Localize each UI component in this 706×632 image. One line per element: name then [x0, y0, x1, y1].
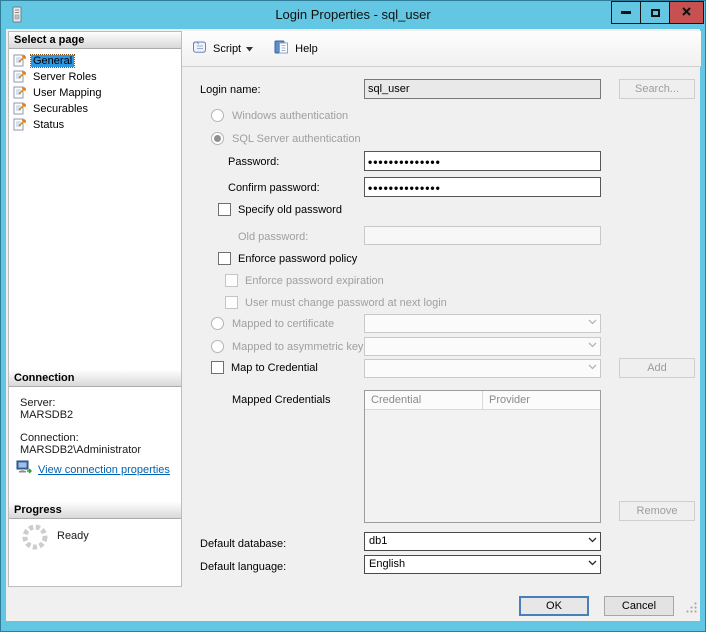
default-database-label: Default database: — [200, 538, 286, 550]
remove-button: Remove — [619, 501, 695, 521]
sidebar-item-general[interactable]: General — [13, 53, 74, 69]
login-name-input[interactable]: sql_user — [364, 79, 601, 99]
page-icon — [13, 101, 27, 118]
enforce-password-expiration-label: Enforce password expiration — [245, 275, 384, 287]
password-label: Password: — [228, 156, 279, 168]
minimize-icon — [621, 11, 631, 14]
page-icon — [13, 85, 27, 102]
general-page-content: Login name: sql_user Search... Windows a… — [182, 67, 701, 586]
specify-old-password-checkbox[interactable] — [218, 203, 231, 216]
old-password-label: Old password: — [238, 231, 308, 243]
certificate-select — [364, 314, 601, 333]
minimize-button[interactable] — [611, 1, 641, 24]
credential-column-header[interactable]: Credential — [365, 391, 483, 410]
sidebar-item-user-mapping[interactable]: User Mapping — [13, 85, 103, 101]
login-properties-window: Login Properties - sql_user Select a pag… — [0, 0, 706, 632]
close-icon — [681, 4, 692, 22]
sidebar: Select a page General Server Roles User … — [8, 31, 182, 587]
credential-select — [364, 359, 601, 378]
login-name-label: Login name: — [200, 84, 261, 96]
sidebar-item-label: General — [31, 55, 74, 67]
enforce-password-expiration-checkbox — [225, 274, 238, 287]
mapped-to-asymmetric-key-radio — [211, 340, 224, 353]
must-change-password-label: User must change password at next login — [245, 297, 447, 309]
select-a-page-header: Select a page — [9, 32, 181, 49]
sidebar-item-status[interactable]: Status — [13, 117, 66, 133]
sql-auth-radio — [211, 132, 224, 145]
server-value: MARSDB2 — [20, 409, 73, 421]
default-language-select[interactable]: English — [364, 555, 601, 574]
map-to-credential-checkbox[interactable] — [211, 361, 224, 374]
enforce-password-policy-label: Enforce password policy — [238, 253, 357, 265]
sidebar-item-label: Securables — [31, 103, 90, 115]
chevron-down-icon — [588, 537, 597, 543]
ok-button[interactable]: OK — [519, 596, 589, 616]
progress-header: Progress — [9, 502, 181, 519]
connection-label: Connection: — [20, 432, 79, 444]
titlebar[interactable]: Login Properties - sql_user — [1, 1, 705, 29]
cancel-button[interactable]: Cancel — [604, 596, 674, 616]
progress-status: Ready — [57, 530, 89, 542]
table-header-row: Credential Provider — [365, 391, 600, 410]
sidebar-item-label: User Mapping — [31, 87, 103, 99]
mapped-to-certificate-label: Mapped to certificate — [232, 318, 334, 330]
main-panel: Script Help Login name: sql_user Search.… — [182, 31, 701, 586]
chevron-down-icon — [588, 560, 597, 566]
specify-old-password-label: Specify old password — [238, 204, 342, 216]
old-password-input — [364, 226, 601, 245]
connection-properties-icon — [16, 460, 33, 480]
password-input[interactable]: •••••••••••••• — [364, 151, 601, 171]
default-language-label: Default language: — [200, 561, 286, 573]
toolbar: Script Help — [182, 31, 701, 67]
chevron-down-icon — [588, 319, 597, 325]
mapped-to-certificate-radio — [211, 317, 224, 330]
maximize-button[interactable] — [640, 1, 670, 24]
windows-auth-label: Windows authentication — [232, 110, 348, 122]
must-change-password-checkbox — [225, 296, 238, 309]
sidebar-item-securables[interactable]: Securables — [13, 101, 90, 117]
windows-auth-radio — [211, 109, 224, 122]
add-button: Add — [619, 358, 695, 378]
script-button[interactable]: Script — [213, 43, 241, 55]
window-title: Login Properties - sql_user — [1, 7, 705, 22]
mapped-credentials-table[interactable]: Credential Provider — [364, 390, 601, 523]
sidebar-item-server-roles[interactable]: Server Roles — [13, 69, 99, 85]
sql-auth-label: SQL Server authentication — [232, 133, 361, 145]
asymmetric-key-select — [364, 337, 601, 356]
connection-header: Connection — [9, 370, 181, 387]
mapped-credentials-label: Mapped Credentials — [232, 394, 330, 406]
help-icon — [273, 39, 290, 58]
chevron-down-icon — [588, 342, 597, 348]
server-label: Server: — [20, 397, 55, 409]
page-icon — [13, 117, 27, 134]
default-database-select[interactable]: db1 — [364, 532, 601, 551]
view-connection-properties-link[interactable]: View connection properties — [38, 464, 170, 476]
chevron-down-icon — [588, 364, 597, 370]
mapped-to-asymmetric-key-label: Mapped to asymmetric key — [232, 341, 363, 353]
enforce-password-policy-checkbox[interactable] — [218, 252, 231, 265]
connection-value: MARSDB2\Administrator — [20, 444, 141, 456]
sidebar-item-label: Status — [31, 119, 66, 131]
page-icon — [13, 69, 27, 86]
search-button: Search... — [619, 79, 695, 99]
resize-grip[interactable] — [685, 601, 698, 619]
help-button[interactable]: Help — [295, 43, 318, 55]
confirm-password-label: Confirm password: — [228, 182, 320, 194]
confirm-password-input[interactable]: •••••••••••••• — [364, 177, 601, 197]
page-icon — [13, 53, 27, 70]
close-button[interactable] — [669, 1, 704, 24]
sidebar-item-label: Server Roles — [31, 71, 99, 83]
script-dropdown-icon[interactable] — [246, 43, 253, 55]
maximize-icon — [651, 9, 660, 17]
provider-column-header[interactable]: Provider — [483, 391, 600, 410]
map-to-credential-label: Map to Credential — [231, 362, 318, 374]
script-icon — [191, 39, 208, 58]
dialog-client-area: Select a page General Server Roles User … — [6, 29, 700, 621]
progress-spinner-icon — [20, 522, 50, 557]
